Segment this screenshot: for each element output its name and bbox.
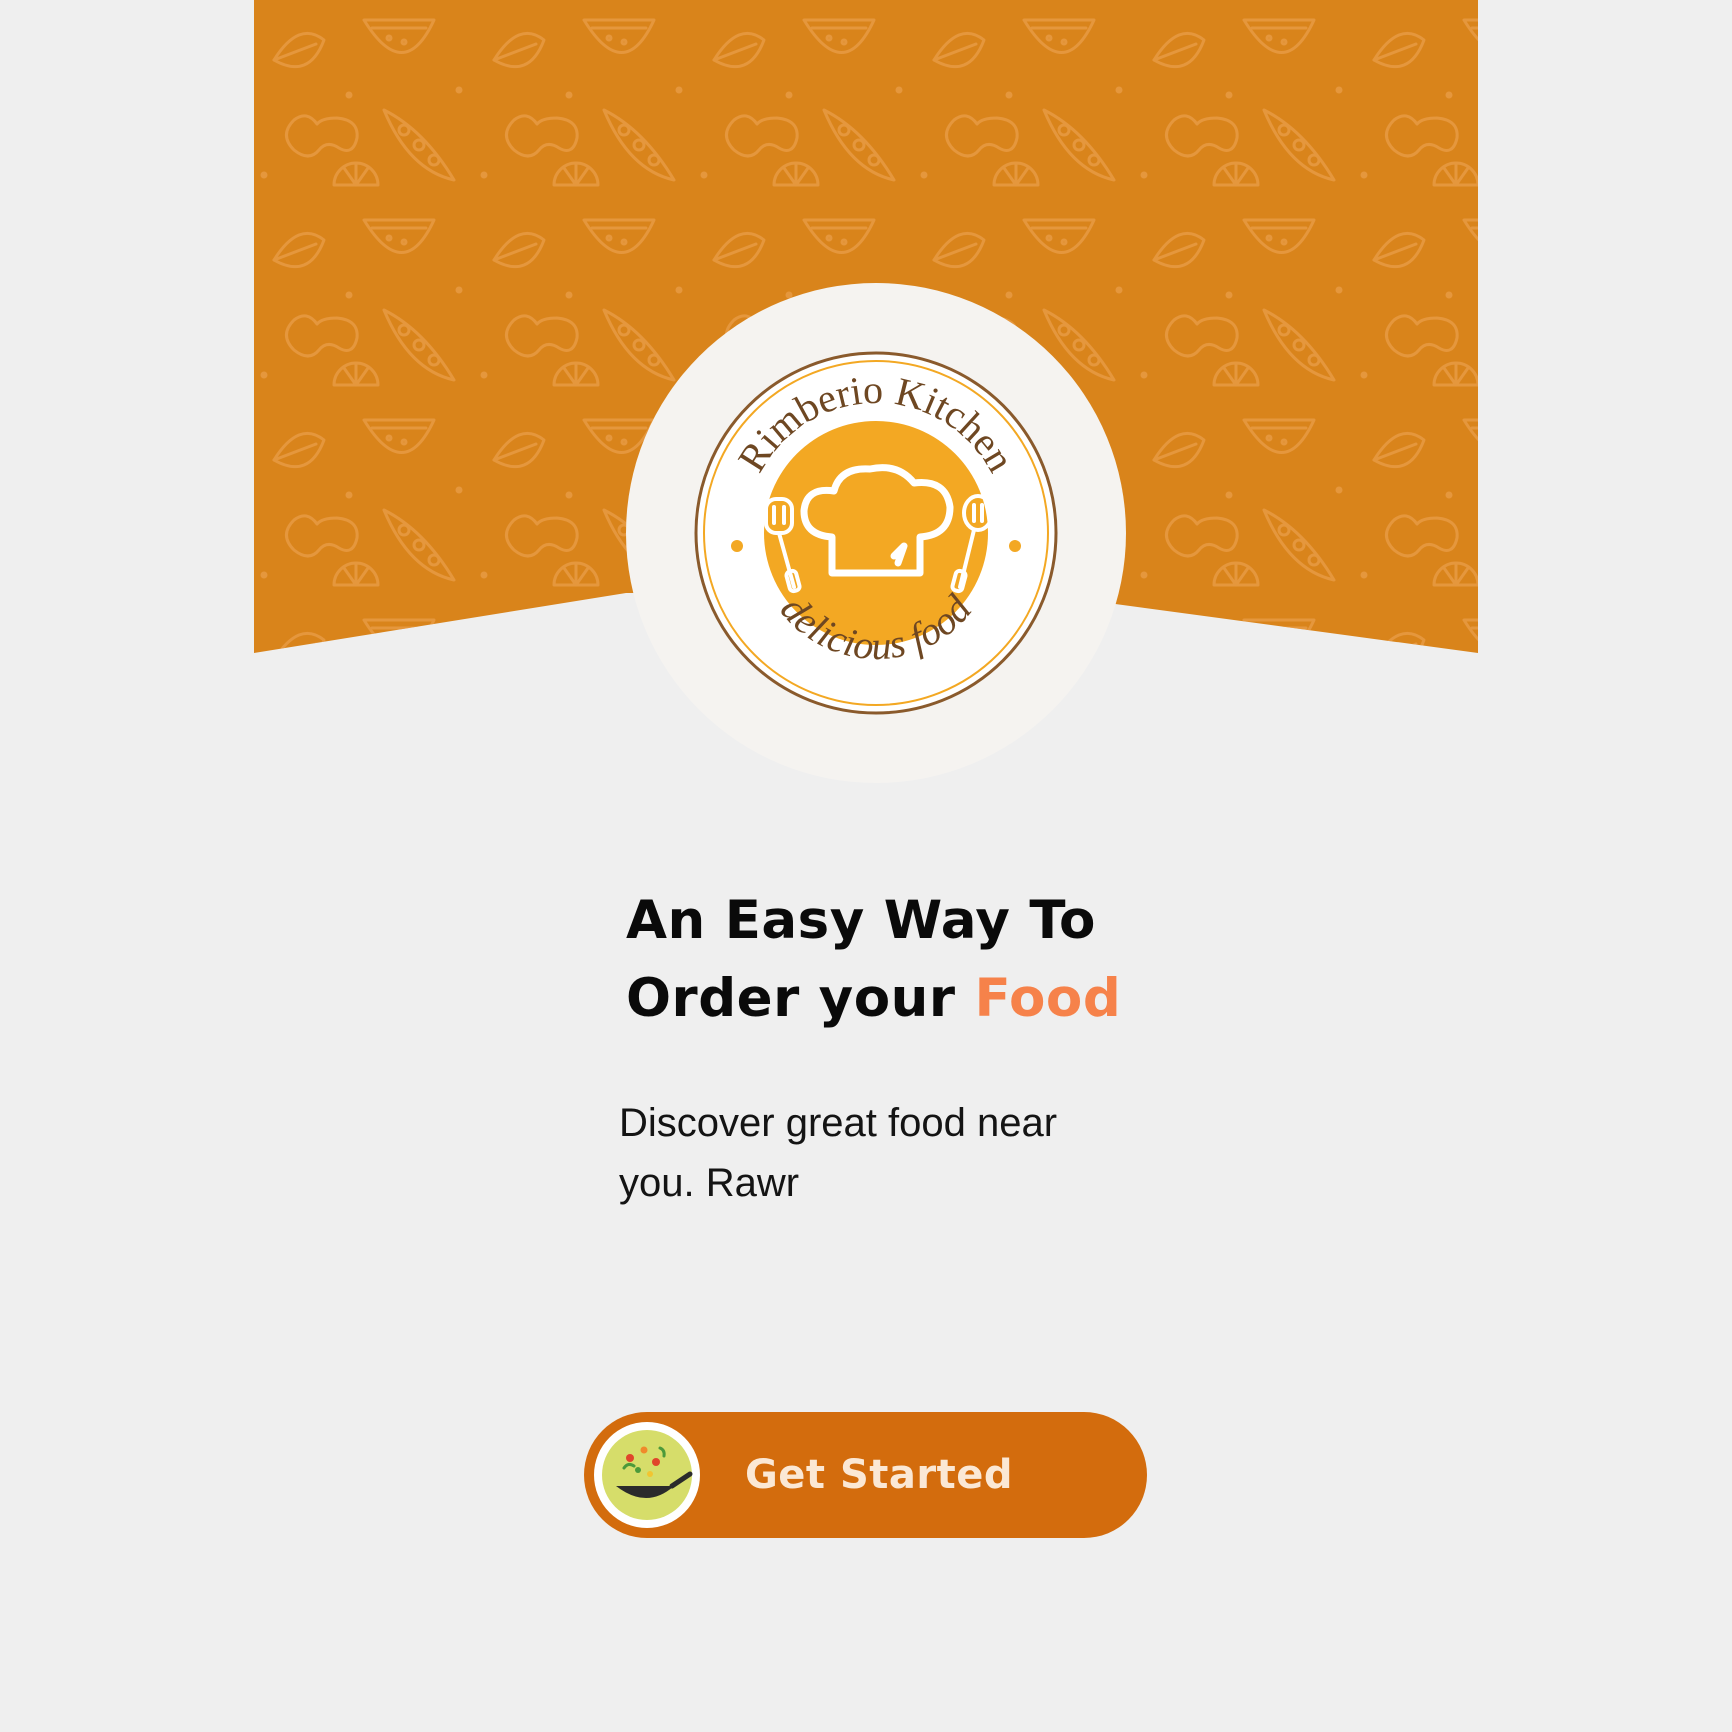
subtitle-line-2: you. Rawr [619, 1161, 800, 1205]
cta-badge [594, 1422, 700, 1528]
welcome-screen: Rimberio Kitchen delicious food An Easy … [254, 0, 1478, 1732]
headline-line-1: An Easy Way To [626, 890, 1096, 951]
get-started-label: Get Started [744, 1452, 1014, 1498]
subtitle: Discover great food near you. Rawr [619, 1093, 1179, 1213]
logo-dot-left [731, 540, 743, 552]
headline: An Easy Way To Order your Food [626, 882, 1146, 1038]
brand-logo: Rimberio Kitchen delicious food [694, 351, 1058, 715]
wok-with-vegetables-icon [602, 1430, 693, 1520]
headline-line-2: Order your [626, 968, 975, 1029]
subtitle-line-1: Discover great food near [619, 1101, 1058, 1145]
get-started-button[interactable]: Get Started [584, 1412, 1147, 1538]
headline-accent: Food [974, 968, 1122, 1029]
logo-dot-right [1009, 540, 1021, 552]
